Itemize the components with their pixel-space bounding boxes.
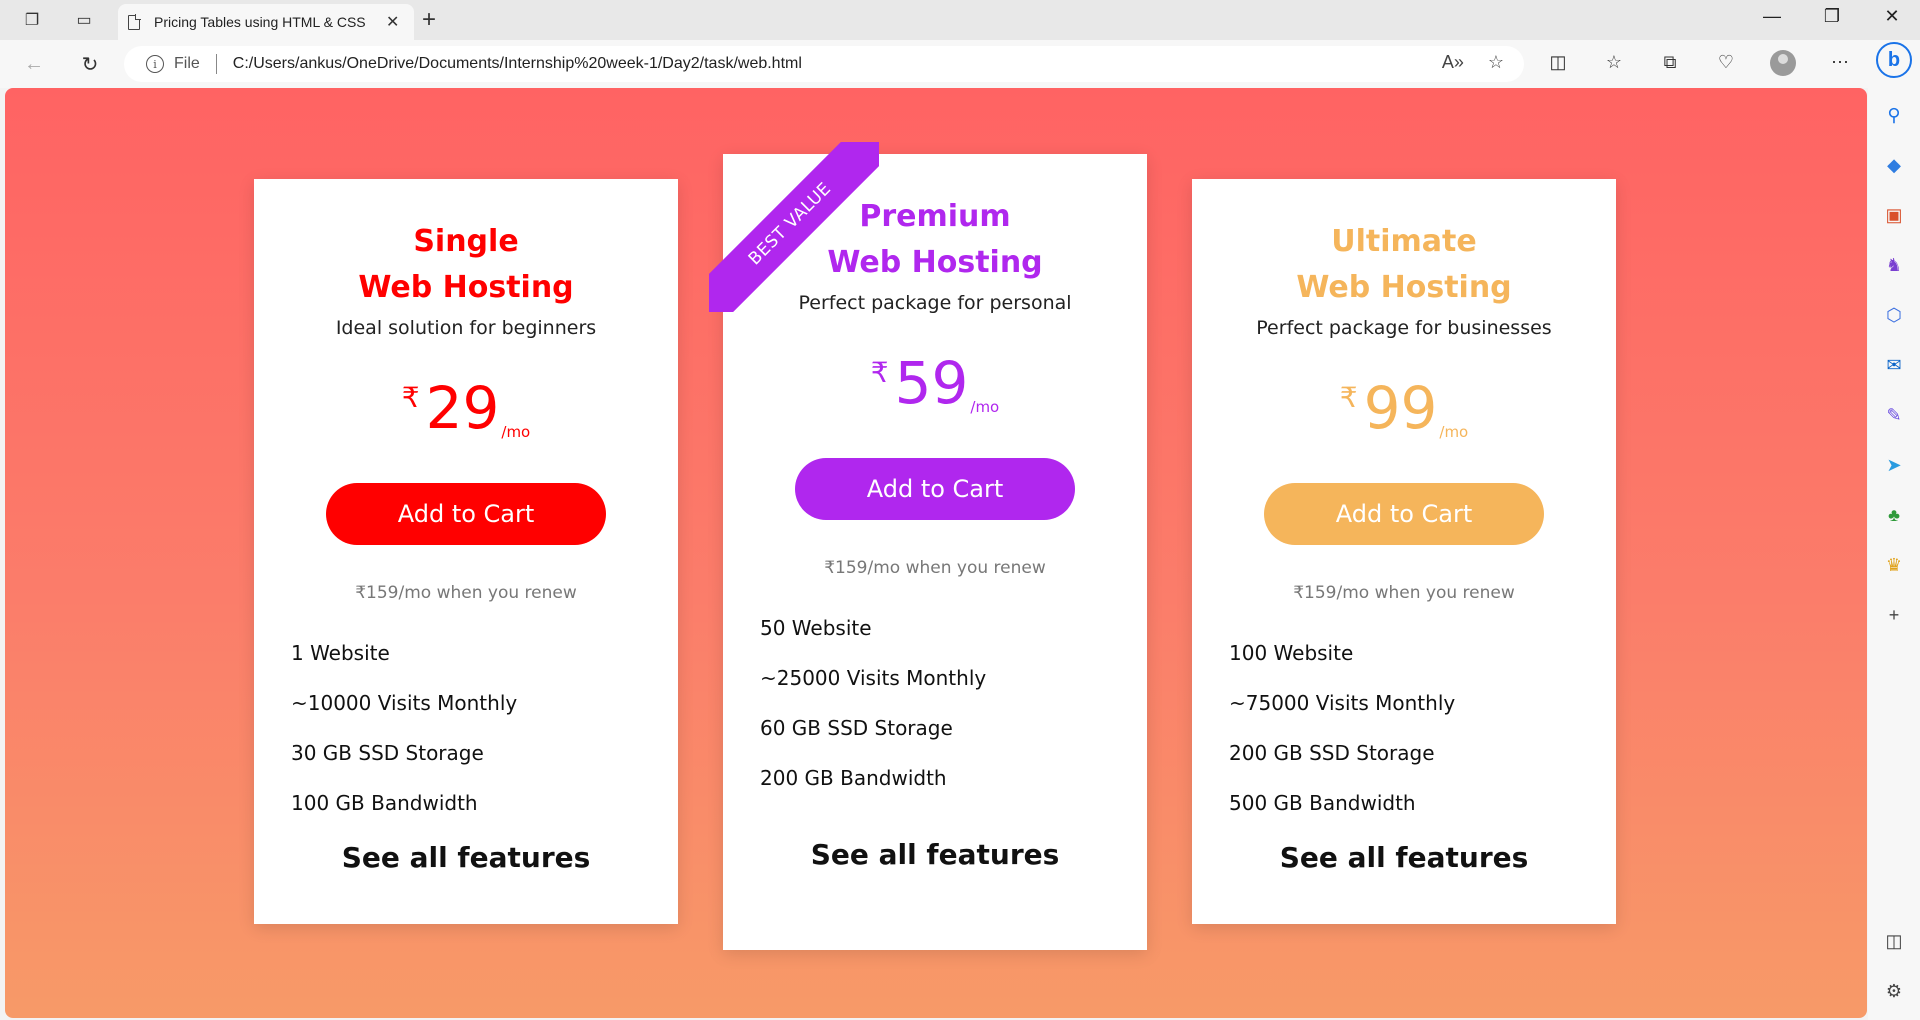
tab-actions-icon[interactable]: ▭: [72, 8, 96, 32]
plan-name: Ultimate Web Hosting: [1192, 219, 1616, 311]
ribbon-container: BEST VALUE: [709, 142, 879, 312]
plan-price: ₹ 99 /mo: [1192, 379, 1616, 443]
feature-item: 60 GB SSD Storage: [760, 716, 953, 740]
price-value: 29: [425, 374, 500, 442]
favorites-icon[interactable]: ☆: [1600, 52, 1628, 73]
feature-item: 100 Website: [1229, 641, 1354, 665]
workspaces-icon[interactable]: ❐: [20, 8, 44, 32]
copilot-icon[interactable]: b: [1876, 42, 1912, 78]
feature-item: 200 GB Bandwidth: [760, 766, 947, 790]
feature-list: 100 Website ~75000 Visits Monthly 200 GB…: [1229, 641, 1616, 841]
feature-list: 1 Website ~10000 Visits Monthly 30 GB SS…: [291, 641, 678, 841]
plan-name: Single Web Hosting: [254, 219, 678, 311]
feature-item: 1 Website: [291, 641, 390, 665]
navigation-bar: ← ↻ i File C:/Users/ankus/OneDrive/Docum…: [0, 40, 1920, 88]
search-icon[interactable]: ⚲: [1881, 102, 1907, 128]
plan-name-line2: Web Hosting: [1296, 270, 1512, 305]
games-icon[interactable]: ♞: [1881, 252, 1907, 278]
price-period: /mo: [1439, 423, 1469, 441]
page-icon: [128, 13, 141, 30]
refresh-icon[interactable]: ↻: [76, 50, 104, 78]
plan-name-line1: Ultimate: [1331, 224, 1477, 259]
settings-gear-icon[interactable]: ⚙: [1881, 978, 1907, 1004]
renew-price: ₹159/mo when you renew: [355, 583, 577, 603]
microsoft-365-icon[interactable]: ⬡: [1881, 302, 1907, 328]
close-window-icon[interactable]: ✕: [1868, 6, 1916, 27]
file-label: File: [174, 55, 200, 72]
close-tab-icon[interactable]: ✕: [386, 12, 399, 32]
see-all-features-link[interactable]: See all features: [254, 841, 678, 874]
info-icon[interactable]: i: [146, 55, 164, 73]
outlook-icon[interactable]: ✉: [1881, 352, 1907, 378]
url-text[interactable]: C:/Users/ankus/OneDrive/Documents/Intern…: [233, 55, 802, 73]
split-screen-icon[interactable]: ◫: [1544, 52, 1572, 73]
plan-name-line1: Single: [413, 224, 519, 259]
price-value: 59: [894, 349, 969, 417]
feature-item: ~75000 Visits Monthly: [1229, 691, 1456, 715]
read-aloud-icon[interactable]: A»: [1442, 52, 1464, 73]
currency-symbol: ₹: [870, 356, 889, 389]
title-bar: ❐ ▭ Pricing Tables using HTML & CSS ✕ + …: [0, 0, 1920, 40]
browser-tab[interactable]: Pricing Tables using HTML & CSS ✕: [118, 4, 414, 40]
feature-item: 50 Website: [760, 616, 872, 640]
telegram-icon[interactable]: ➤: [1881, 452, 1907, 478]
plan-price: ₹ 59 /mo: [723, 354, 1147, 418]
pricing-card-single: Single Web Hosting Ideal solution for be…: [254, 179, 678, 924]
add-to-cart-button[interactable]: Add to Cart: [795, 458, 1075, 520]
tab-title: Pricing Tables using HTML & CSS: [154, 14, 366, 30]
feature-item: 30 GB SSD Storage: [291, 741, 484, 765]
favorite-star-icon[interactable]: ☆: [1488, 52, 1504, 73]
price-period: /mo: [501, 423, 531, 441]
designer-icon[interactable]: ✎: [1881, 402, 1907, 428]
feature-item: ~25000 Visits Monthly: [760, 666, 987, 690]
pricing-card-ultimate: Ultimate Web Hosting Perfect package for…: [1192, 179, 1616, 924]
address-bar[interactable]: i File C:/Users/ankus/OneDrive/Documents…: [124, 46, 1524, 82]
back-icon[interactable]: ←: [20, 50, 48, 78]
pricing-card-premium: BEST VALUE Premium Web Hosting Perfect p…: [709, 142, 1147, 950]
minimize-icon[interactable]: —: [1748, 6, 1796, 27]
see-all-features-link[interactable]: See all features: [1192, 841, 1616, 874]
edge-sidebar: b ⚲ ◆ ▣ ♞ ⬡ ✉ ✎ ➤ ♣ ♛ + ◫ ⚙: [1868, 40, 1920, 1020]
maximize-icon[interactable]: ❐: [1808, 6, 1856, 27]
feature-list: 50 Website ~25000 Visits Monthly 60 GB S…: [760, 616, 1147, 816]
tree-icon[interactable]: ♣: [1881, 502, 1907, 528]
plan-name-line2: Web Hosting: [358, 270, 574, 305]
tools-icon[interactable]: ▣: [1881, 202, 1907, 228]
add-app-icon[interactable]: +: [1881, 602, 1907, 628]
plan-subtitle: Perfect package for businesses: [1256, 317, 1552, 339]
feature-item: 200 GB SSD Storage: [1229, 741, 1435, 765]
shopping-tag-icon[interactable]: ◆: [1881, 152, 1907, 178]
rewards-icon[interactable]: ♛: [1881, 552, 1907, 578]
feature-item: 500 GB Bandwidth: [1229, 791, 1416, 815]
add-to-cart-button[interactable]: Add to Cart: [326, 483, 606, 545]
plan-price: ₹ 29 /mo: [254, 379, 678, 443]
renew-price: ₹159/mo when you renew: [1293, 583, 1515, 603]
collections-icon[interactable]: ⧉: [1656, 52, 1684, 73]
divider: [215, 54, 217, 74]
best-value-ribbon: BEST VALUE: [709, 142, 879, 312]
add-to-cart-button[interactable]: Add to Cart: [1264, 483, 1544, 545]
currency-symbol: ₹: [1339, 381, 1358, 414]
more-menu-icon[interactable]: ⋯: [1826, 52, 1854, 73]
new-tab-icon[interactable]: +: [422, 6, 436, 34]
plan-subtitle: Ideal solution for beginners: [335, 317, 597, 339]
profile-avatar[interactable]: [1770, 50, 1796, 76]
price-period: /mo: [970, 398, 1000, 416]
browser-essentials-icon[interactable]: ♡: [1712, 52, 1740, 73]
renew-price: ₹159/mo when you renew: [824, 558, 1046, 578]
page-viewport: Single Web Hosting Ideal solution for be…: [5, 88, 1867, 1018]
feature-item: 100 GB Bandwidth: [291, 791, 478, 815]
feature-item: ~10000 Visits Monthly: [291, 691, 518, 715]
sidebar-toggle-icon[interactable]: ◫: [1881, 928, 1907, 954]
currency-symbol: ₹: [401, 381, 420, 414]
see-all-features-link[interactable]: See all features: [723, 838, 1147, 871]
price-value: 99: [1363, 374, 1438, 442]
